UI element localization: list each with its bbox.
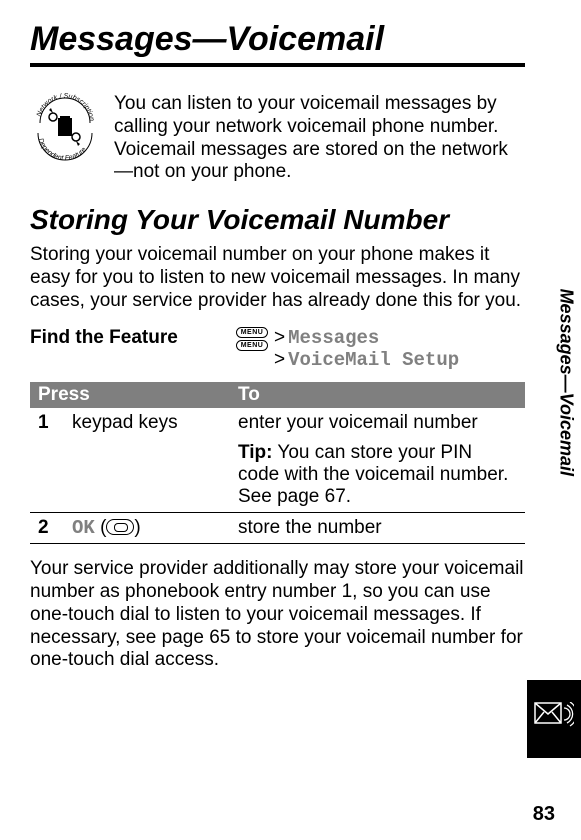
ok-key-label: OK [72, 517, 95, 539]
section-body: Storing your voicemail number on your ph… [30, 244, 525, 312]
step-number: 2 [30, 513, 64, 544]
side-tab-label: Messages—Voicemail [555, 289, 576, 476]
intro-paragraph: You can listen to your voicemail message… [114, 93, 525, 184]
nav-messages: Messages [288, 327, 379, 349]
svg-text:Dependent Feature: Dependent Feature [37, 137, 88, 161]
menu-key-icon: MENU [236, 327, 269, 338]
find-the-feature-label: Find the Feature [30, 327, 230, 349]
col-press: Press [30, 382, 230, 408]
nav-voicemail-setup: VoiceMail Setup [288, 349, 459, 371]
page-number: 83 [533, 803, 555, 826]
step-number: 1 [30, 408, 64, 438]
section-heading: Storing Your Voicemail Number [30, 204, 525, 236]
side-tab-icon [527, 680, 581, 758]
tip-text: You can store your PIN code with the voi… [238, 442, 508, 507]
step-press: OK () [64, 513, 230, 544]
tip-label: Tip: [238, 442, 272, 463]
steps-table: Press To 1 keypad keys enter your voicem… [30, 382, 525, 544]
soft-key-icon [106, 519, 134, 535]
col-to: To [230, 382, 525, 408]
network-subscription-dependent-feature-icon: Network / Subscription Dependent Feature [30, 93, 100, 166]
nav-arrow: > [274, 327, 288, 348]
chapter-title: Messages—Voicemail [30, 20, 525, 59]
post-paragraph: Your service provider additionally may s… [30, 558, 525, 672]
nav-arrow: > [274, 349, 288, 370]
step-to: store the number [230, 513, 525, 544]
step-press: keypad keys [64, 408, 230, 438]
step-tip: Tip: You can store your PIN code with th… [230, 438, 525, 513]
step-to: enter your voicemail number [230, 408, 525, 438]
title-rule [30, 63, 525, 67]
menu-key-icon: MENU [236, 340, 269, 351]
